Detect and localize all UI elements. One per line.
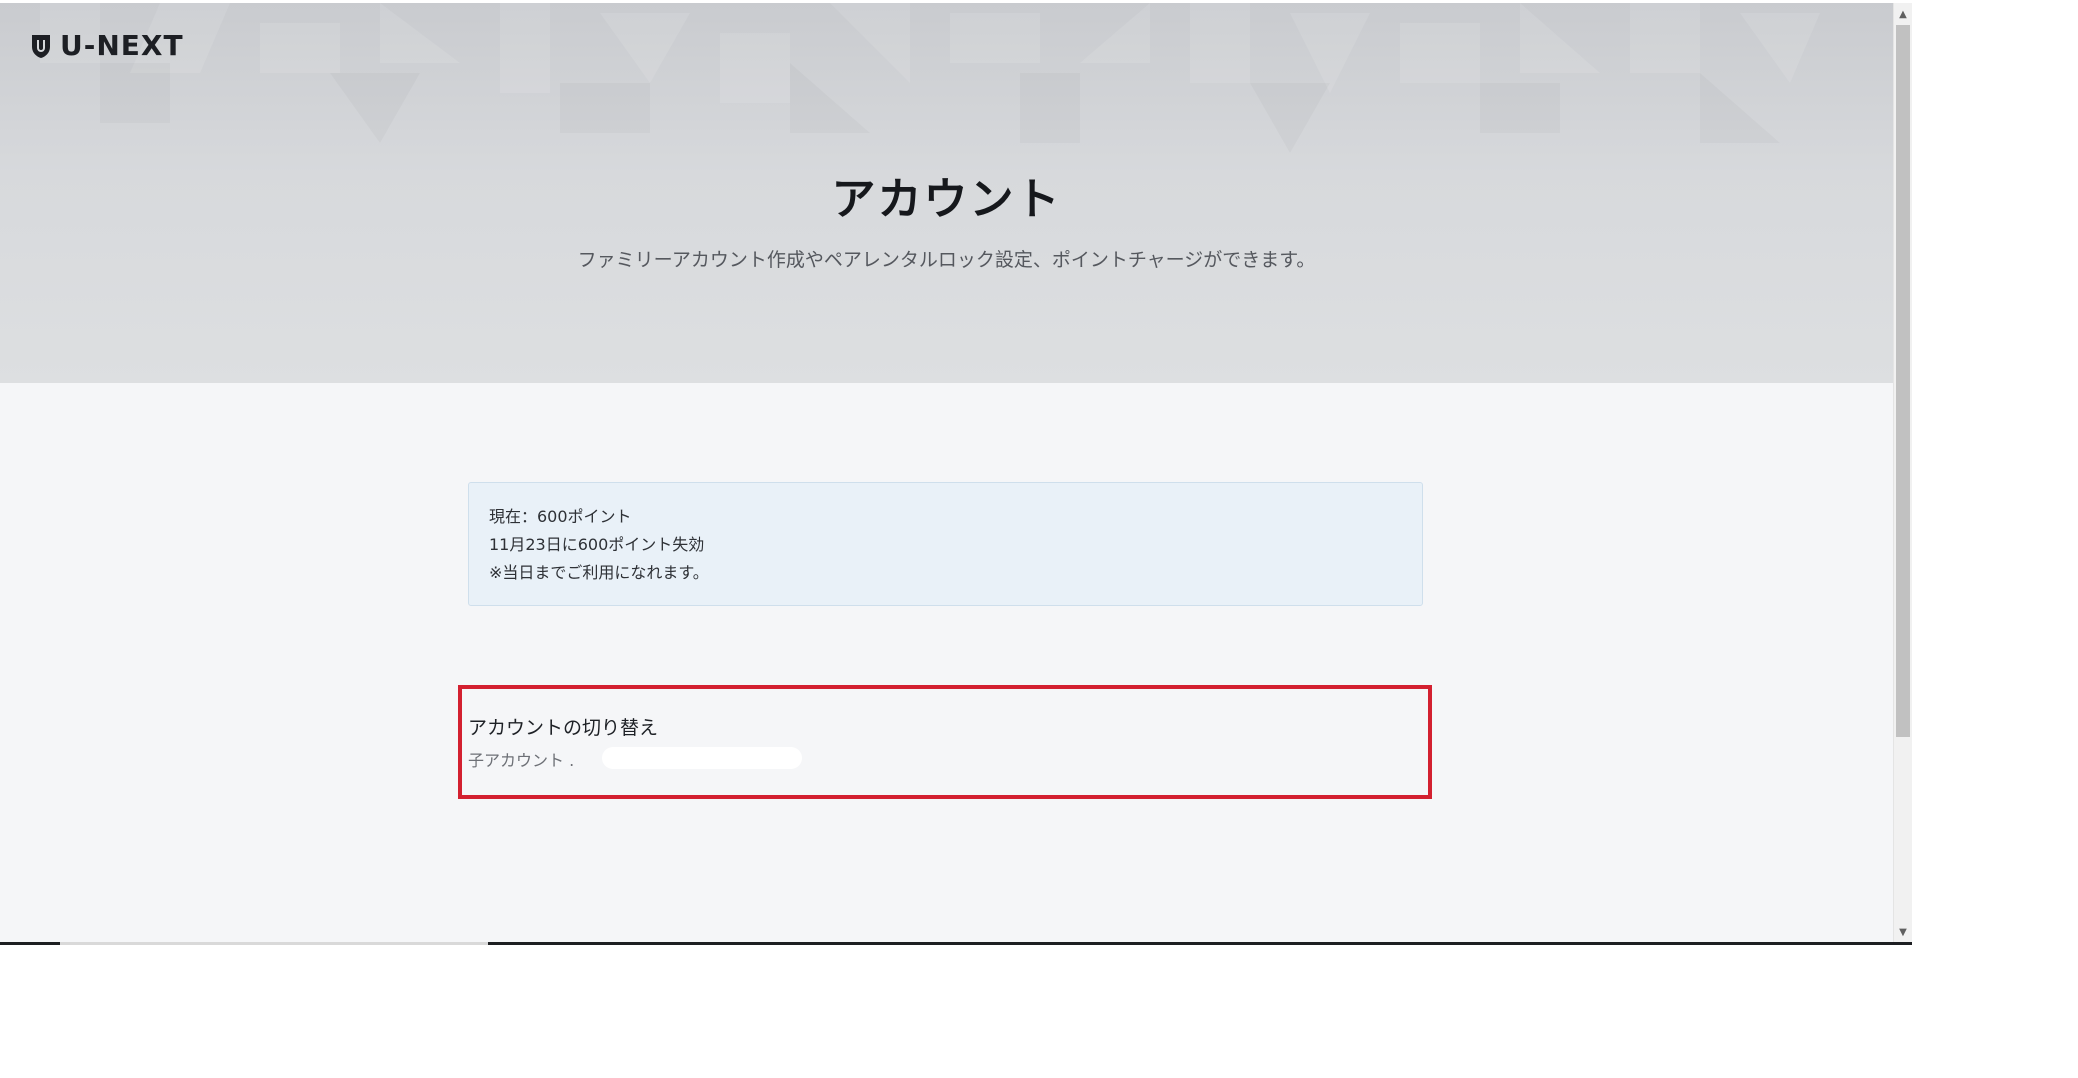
account-switch-item[interactable]: アカウントの切り替え 子アカウント .: [458, 685, 1432, 799]
points-expiry: 11月23日に600ポイント失効: [489, 535, 705, 554]
brand-logo[interactable]: U-NEXT: [30, 29, 184, 62]
redacted-account-name: [602, 747, 802, 769]
current-points: 現在：600ポイント: [489, 507, 632, 526]
banner-pattern: [40, 3, 1820, 103]
scroll-down-arrow-icon[interactable]: ▼: [1894, 923, 1912, 941]
account-switch-title: アカウントの切り替え: [468, 717, 659, 739]
page-header-banner: U-NEXT アカウント ファミリーアカウント作成やペアレンタルロック設定、ポイ…: [0, 3, 1893, 383]
current-account-label: 子アカウント .: [468, 751, 575, 770]
scrollbar-thumb[interactable]: [1896, 25, 1910, 737]
vertical-scrollbar[interactable]: ▲ ▼: [1893, 3, 1912, 943]
window-bottom-edge-gap: [60, 942, 488, 945]
page-subtitle: ファミリーアカウント作成やペアレンタルロック設定、ポイントチャージができます。: [577, 249, 1316, 271]
points-note: ※当日までご利用になれます。: [489, 563, 709, 582]
shield-icon: [32, 34, 50, 58]
points-info-box: 現在：600ポイント 11月23日に600ポイント失効 ※当日までご利用になれま…: [468, 482, 1423, 606]
scroll-up-arrow-icon[interactable]: ▲: [1894, 5, 1912, 23]
browser-viewport: U-NEXT アカウント ファミリーアカウント作成やペアレンタルロック設定、ポイ…: [0, 3, 1912, 943]
logo-text: U-NEXT: [60, 29, 184, 62]
page-title: アカウント: [831, 174, 1062, 225]
